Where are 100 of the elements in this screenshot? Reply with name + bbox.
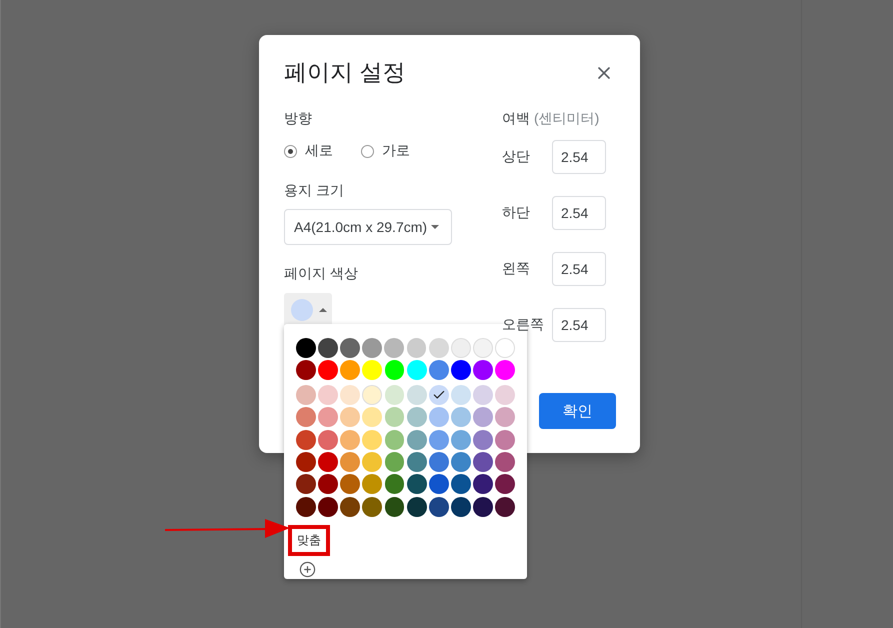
color-swatch[interactable] — [362, 384, 382, 405]
color-swatch[interactable] — [296, 384, 316, 405]
color-swatch[interactable] — [428, 430, 449, 450]
color-swatch[interactable] — [450, 360, 471, 380]
color-swatch[interactable] — [406, 338, 426, 358]
page-color-button[interactable] — [284, 293, 332, 327]
color-swatch[interactable] — [384, 360, 404, 380]
color-swatch[interactable] — [450, 407, 471, 428]
color-swatch[interactable] — [473, 452, 493, 472]
color-swatch[interactable] — [473, 407, 493, 428]
color-swatch[interactable] — [296, 474, 316, 494]
color-swatch[interactable] — [406, 407, 427, 428]
color-swatch[interactable] — [428, 384, 449, 405]
color-swatch[interactable] — [384, 384, 404, 405]
color-swatch[interactable] — [406, 384, 427, 405]
color-swatch[interactable] — [495, 496, 516, 517]
color-swatch[interactable] — [406, 360, 427, 380]
color-swatch[interactable] — [473, 496, 493, 517]
add-icon[interactable] — [299, 560, 316, 578]
color-swatch[interactable] — [362, 474, 382, 494]
color-swatch[interactable] — [318, 360, 338, 380]
color-swatch[interactable] — [450, 452, 471, 472]
margin-input[interactable]: 2.54 — [552, 140, 606, 174]
orientation-label: 방향 — [284, 110, 313, 128]
color-swatch[interactable] — [340, 407, 360, 428]
margin-input[interactable]: 2.54 — [552, 308, 606, 342]
color-swatch[interactable] — [296, 496, 316, 517]
color-swatch[interactable] — [450, 384, 471, 405]
radio-label: 가로 — [382, 142, 410, 160]
color-swatch[interactable] — [406, 474, 427, 494]
radio-button[interactable] — [284, 144, 297, 158]
dialog-title: 페이지 설정 — [284, 58, 406, 87]
paper-size-dropdown[interactable]: A4(21.0cm x 29.7cm) — [284, 209, 452, 245]
color-swatch[interactable] — [318, 452, 338, 472]
color-swatch[interactable] — [406, 430, 427, 450]
color-swatch[interactable] — [473, 474, 493, 494]
color-swatch[interactable] — [362, 430, 382, 450]
color-swatch[interactable] — [296, 430, 316, 450]
color-swatch[interactable] — [318, 338, 338, 358]
color-swatch[interactable] — [472, 338, 493, 358]
color-swatch[interactable] — [428, 338, 449, 358]
radio-button[interactable] — [361, 144, 374, 158]
paper-size-label: 용지 크기 — [284, 182, 345, 200]
color-swatch[interactable] — [296, 452, 316, 472]
color-swatch[interactable] — [384, 496, 404, 517]
color-swatch[interactable] — [340, 338, 360, 358]
ok-button[interactable]: 확인 — [539, 393, 616, 429]
color-swatch[interactable] — [450, 430, 471, 450]
color-swatch[interactable] — [296, 407, 316, 428]
color-swatch[interactable] — [362, 407, 382, 428]
color-swatch[interactable] — [473, 360, 493, 380]
color-swatch[interactable] — [362, 452, 382, 472]
color-swatch[interactable] — [495, 360, 516, 380]
color-swatch[interactable] — [318, 496, 338, 517]
color-swatch[interactable] — [318, 430, 338, 450]
color-swatch[interactable] — [384, 452, 404, 472]
caret-icon — [319, 308, 327, 312]
color-swatch[interactable] — [406, 496, 427, 517]
margin-input[interactable]: 2.54 — [552, 196, 606, 230]
color-swatch[interactable] — [362, 496, 382, 517]
color-swatch[interactable] — [450, 474, 471, 494]
margin-input[interactable]: 2.54 — [552, 252, 606, 286]
color-swatch[interactable] — [384, 338, 404, 358]
color-swatch[interactable] — [340, 384, 360, 405]
radio-label: 세로 — [305, 142, 333, 160]
caret-icon — [431, 225, 440, 229]
color-swatch[interactable] — [340, 452, 360, 472]
color-swatch[interactable] — [428, 496, 449, 517]
color-swatch[interactable] — [495, 338, 515, 358]
color-swatch[interactable] — [362, 338, 382, 358]
color-swatch[interactable] — [318, 407, 338, 428]
color-swatch[interactable] — [384, 407, 404, 428]
color-swatch[interactable] — [340, 496, 360, 517]
color-swatch[interactable] — [473, 430, 493, 450]
color-swatch[interactable] — [428, 452, 449, 472]
color-swatch[interactable] — [428, 474, 449, 494]
color-swatch[interactable] — [495, 407, 516, 428]
margins-label: 여백 — [502, 110, 530, 128]
color-swatch[interactable] — [318, 474, 338, 494]
color-swatch[interactable] — [495, 452, 516, 472]
color-swatch[interactable] — [428, 407, 449, 428]
color-swatch[interactable] — [340, 360, 360, 380]
color-swatch[interactable] — [340, 430, 360, 450]
color-swatch[interactable] — [318, 384, 338, 405]
color-swatch[interactable] — [340, 474, 360, 494]
color-swatch[interactable] — [495, 430, 516, 450]
color-swatch[interactable] — [495, 474, 516, 494]
color-swatch[interactable] — [296, 338, 316, 358]
color-swatch[interactable] — [495, 384, 516, 405]
margins-unit: (센티미터) — [534, 110, 600, 128]
color-swatch[interactable] — [473, 384, 493, 405]
color-swatch[interactable] — [450, 338, 471, 358]
color-swatch[interactable] — [362, 360, 382, 380]
color-swatch[interactable] — [384, 430, 404, 450]
color-swatch[interactable] — [296, 360, 316, 380]
color-swatch[interactable] — [428, 360, 449, 380]
color-swatch[interactable] — [450, 496, 471, 517]
color-swatch[interactable] — [406, 452, 427, 472]
color-swatch[interactable] — [384, 474, 404, 494]
margin-label: 상단 — [502, 148, 531, 166]
